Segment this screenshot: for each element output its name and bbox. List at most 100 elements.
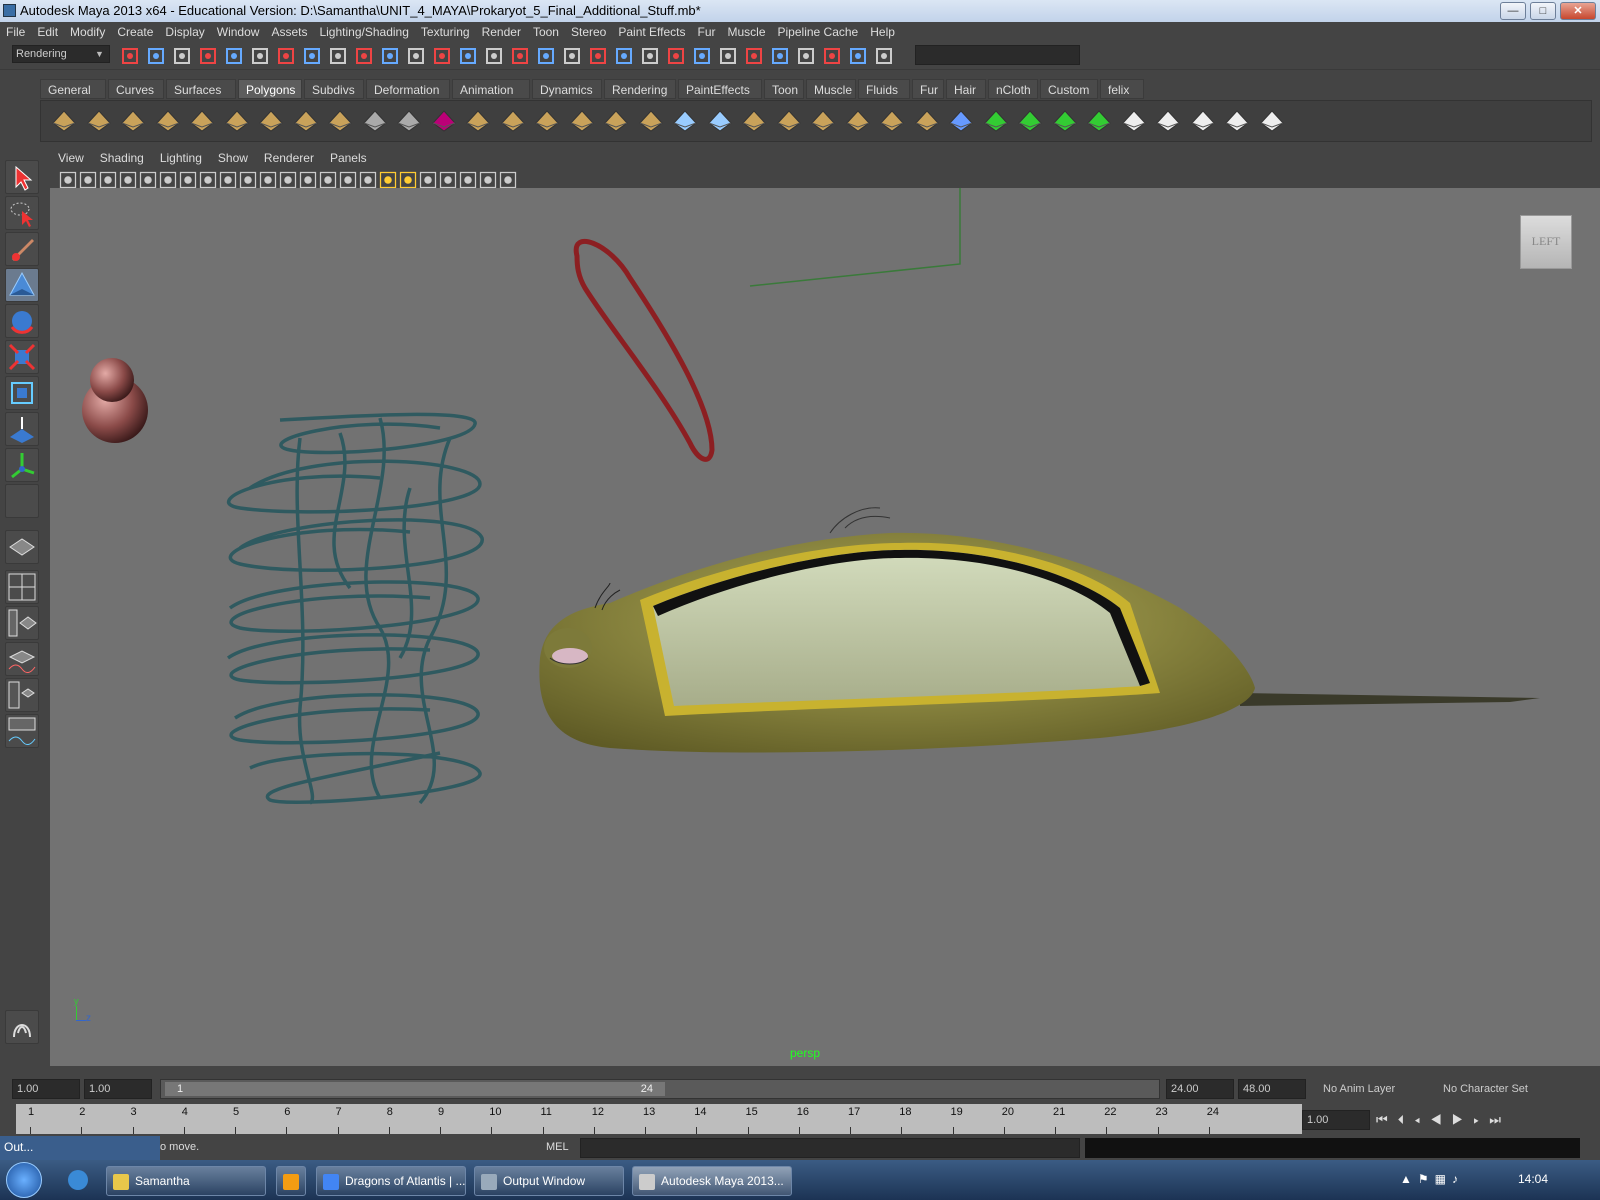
single-perspective-layout-button[interactable]: [5, 530, 39, 564]
output-window-minibar[interactable]: Out...: [0, 1136, 160, 1160]
media-player-task[interactable]: [276, 1166, 306, 1196]
shelf-tab-surfaces[interactable]: Surfaces: [166, 79, 236, 99]
fill-hole-icon[interactable]: [774, 105, 804, 135]
quick-selection-field[interactable]: [915, 45, 1080, 65]
planar-mapping-icon[interactable]: [981, 105, 1011, 135]
poly-soccer-ball-icon[interactable]: [325, 105, 355, 135]
graph-persp-layout-button[interactable]: [5, 642, 39, 676]
shelf-tab-subdivs[interactable]: Subdivs: [304, 79, 364, 99]
lasso-tool-button[interactable]: [5, 196, 39, 230]
rotate-tool-button[interactable]: [5, 304, 39, 338]
select-by-joint-icon[interactable]: [354, 46, 374, 66]
shelf-tab-rendering[interactable]: Rendering: [604, 79, 676, 99]
uv-editor-icon[interactable]: [1119, 105, 1149, 135]
xray-active-icon[interactable]: [498, 170, 517, 189]
poly-cone-icon[interactable]: [153, 105, 183, 135]
split-polygon-icon[interactable]: [636, 105, 666, 135]
xray-joints-icon[interactable]: [478, 170, 497, 189]
snap-point-icon[interactable]: [640, 46, 660, 66]
automatic-mapping-icon[interactable]: [1084, 105, 1114, 135]
highlight-selection-icon[interactable]: [562, 46, 582, 66]
start-button[interactable]: [6, 1162, 42, 1198]
mel-command-input[interactable]: [580, 1138, 1080, 1158]
bridge-icon[interactable]: [567, 105, 597, 135]
shelf-tab-painteffects[interactable]: PaintEffects: [678, 79, 762, 99]
universal-manipulator-button[interactable]: [5, 376, 39, 410]
close-button[interactable]: ✕: [1560, 2, 1596, 20]
use-all-lights-icon[interactable]: [378, 170, 397, 189]
select-by-dynamic-icon[interactable]: [458, 46, 478, 66]
panel-menu-renderer[interactable]: Renderer: [256, 148, 322, 168]
panel-menu-lighting[interactable]: Lighting: [152, 148, 210, 168]
flag-icon[interactable]: ⚑: [1418, 1172, 1435, 1186]
paint-select-tool-button[interactable]: [5, 232, 39, 266]
scale-tool-button[interactable]: [5, 340, 39, 374]
panel-menu-view[interactable]: View: [50, 148, 92, 168]
minimize-button[interactable]: —: [1500, 2, 1526, 20]
range-slider-track[interactable]: 1 24: [160, 1079, 1160, 1099]
camera-select-icon[interactable]: [58, 170, 77, 189]
poly-pipe-icon[interactable]: [291, 105, 321, 135]
ambient-occlusion-icon[interactable]: [418, 170, 437, 189]
shelf-tab-fur[interactable]: Fur: [912, 79, 944, 99]
menu-file[interactable]: File: [0, 22, 31, 42]
end-range-field[interactable]: 24.00: [1166, 1079, 1234, 1099]
ipr-render-icon[interactable]: [796, 46, 816, 66]
ie-icon[interactable]: [68, 1170, 88, 1190]
maximize-button[interactable]: □: [1530, 2, 1556, 20]
time-slider[interactable]: 1 2 3 4 5 6 7 8 9 10 11 12 13 14 15 16 17 18 19 20 21 22 23 24: [16, 1104, 1302, 1134]
maya-task[interactable]: Autodesk Maya 2013...: [632, 1166, 792, 1196]
shelf-tab-fluids[interactable]: Fluids: [858, 79, 910, 99]
reduce-icon[interactable]: [808, 105, 838, 135]
grease-pencil-icon[interactable]: [158, 170, 177, 189]
checker-map-2-icon[interactable]: [1222, 105, 1252, 135]
step-forward-frame-icon[interactable]: ▸: [1473, 1112, 1489, 1127]
volume-icon[interactable]: ♪: [1452, 1172, 1464, 1186]
shelf-tab-animation[interactable]: Animation: [452, 79, 530, 99]
uv-texture-icon[interactable]: [1153, 105, 1183, 135]
shelf-tab-dynamics[interactable]: Dynamics: [532, 79, 602, 99]
snap-grid-icon[interactable]: [588, 46, 608, 66]
hypershade-persp-layout-button[interactable]: [5, 678, 39, 712]
wireframe-on-shaded-icon[interactable]: [338, 170, 357, 189]
offset-edge-loop-icon[interactable]: [705, 105, 735, 135]
poly-cube-icon[interactable]: [84, 105, 114, 135]
select-hierarchy-icon[interactable]: [250, 46, 270, 66]
bevel-icon[interactable]: [498, 105, 528, 135]
render-settings-icon[interactable]: [822, 46, 842, 66]
chevron-up-icon[interactable]: ▲: [1400, 1172, 1418, 1186]
select-object-icon[interactable]: [276, 46, 296, 66]
panel-menu-show[interactable]: Show: [210, 148, 256, 168]
snap-view-plane-icon[interactable]: [666, 46, 686, 66]
smooth-icon[interactable]: [463, 105, 493, 135]
select-by-surface-icon[interactable]: [406, 46, 426, 66]
play-forward-icon[interactable]: ▶: [1452, 1112, 1474, 1127]
explorer-samantha-task[interactable]: Samantha: [106, 1166, 266, 1196]
end-time-field[interactable]: 48.00: [1238, 1079, 1306, 1099]
soft-mod-tool-button[interactable]: [5, 412, 39, 446]
move-tool-button[interactable]: [5, 268, 39, 302]
select-by-misc-icon[interactable]: [510, 46, 530, 66]
poly-cylinder-icon[interactable]: [118, 105, 148, 135]
menu-lighting-shading[interactable]: Lighting/Shading: [313, 22, 414, 42]
menu-toon[interactable]: Toon: [527, 22, 565, 42]
go-to-start-icon[interactable]: ⏮: [1376, 1112, 1398, 1127]
shadows-icon[interactable]: [398, 170, 417, 189]
insert-edge-loop-icon[interactable]: [670, 105, 700, 135]
poly-plane-icon[interactable]: [187, 105, 217, 135]
image-plane-icon[interactable]: [118, 170, 137, 189]
combine-icon[interactable]: [360, 105, 390, 135]
redo-icon[interactable]: [224, 46, 244, 66]
start-range-field[interactable]: 1.00: [84, 1079, 152, 1099]
panel-menu-panels[interactable]: Panels: [322, 148, 375, 168]
current-frame-field[interactable]: 1.00: [1302, 1110, 1370, 1130]
menu-paint-effects[interactable]: Paint Effects: [612, 22, 691, 42]
safe-action-icon[interactable]: [238, 170, 257, 189]
render-frame-icon[interactable]: [770, 46, 790, 66]
menu-render[interactable]: Render: [476, 22, 527, 42]
playback-controls[interactable]: ⏮⏴◂◀▶▸⏭: [1376, 1112, 1511, 1128]
history-icon[interactable]: [718, 46, 738, 66]
render-view-icon[interactable]: [744, 46, 764, 66]
menu-texturing[interactable]: Texturing: [415, 22, 476, 42]
extrude-icon[interactable]: [532, 105, 562, 135]
